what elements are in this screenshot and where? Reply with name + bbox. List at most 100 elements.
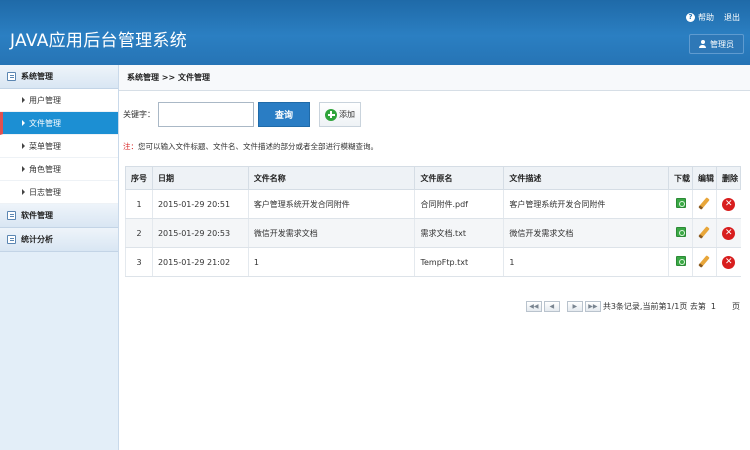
sidebar-submenu: 用户管理 文件管理 菜单管理 角色管理 日志管理	[0, 89, 118, 204]
cell-delete: ✕	[715, 218, 741, 248]
col-header-date: 日期	[151, 166, 249, 190]
caret-right-icon	[22, 120, 25, 126]
main-content: 系统管理 >> 文件管理 关键字： 查询 添加 注：您可以输入文件标题、文件名、…	[119, 65, 750, 450]
col-header-no: 序号	[125, 166, 153, 190]
sidebar-item-logs[interactable]: 日志管理	[0, 181, 118, 204]
col-header-edit: 编辑	[692, 166, 717, 190]
hint-prefix: 注：	[123, 142, 138, 151]
add-button[interactable]: 添加	[319, 102, 361, 127]
user-name: 管理员	[710, 39, 734, 49]
sidebar-item-label: 用户管理	[29, 95, 61, 105]
table-row: 1 2015-01-29 20:51 客户管理系统开发合同附件 合同附件.pdf…	[125, 189, 741, 219]
prev-page-button[interactable]: ◀	[543, 301, 560, 312]
hint-text: 您可以输入文件标题、文件名、文件描述的部分或者全部进行模糊查询。	[138, 142, 378, 151]
cell-name: 客户管理系统开发合同附件	[247, 189, 415, 219]
cell-no: 3	[125, 247, 153, 277]
first-page-button[interactable]: ◀◀	[525, 301, 542, 312]
page-suffix: 页	[732, 302, 740, 311]
col-header-delete: 删除	[715, 166, 742, 190]
cell-edit	[692, 218, 717, 248]
breadcrumb: 系统管理 >> 文件管理	[119, 65, 750, 91]
cell-edit	[692, 247, 717, 277]
delete-icon[interactable]: ✕	[722, 226, 736, 240]
plus-icon	[325, 108, 337, 121]
search-hint: 注：您可以输入文件标题、文件名、文件描述的部分或者全部进行模糊查询。	[123, 141, 378, 152]
cell-date: 2015-01-29 21:02	[151, 247, 249, 277]
download-icon[interactable]	[675, 198, 686, 208]
help-link[interactable]: ? 帮助	[686, 12, 714, 23]
cell-delete: ✕	[715, 247, 741, 277]
sidebar-item-label: 文件管理	[29, 118, 61, 128]
delete-icon[interactable]: ✕	[722, 197, 736, 211]
col-header-name: 文件名称	[247, 166, 416, 190]
col-header-desc: 文件描述	[503, 166, 670, 190]
caret-right-icon	[22, 97, 25, 103]
sidebar-item-users[interactable]: 用户管理	[0, 89, 118, 112]
cell-date: 2015-01-29 20:53	[151, 218, 249, 248]
top-links: ? 帮助 退出	[686, 12, 740, 23]
pagination: ◀◀ ◀ ▶ ▶▶ 共3条记录,当前第1/1页 去第 1 页	[525, 301, 740, 312]
file-table: 序号 日期 文件名称 文件原名 文件描述 下载 编辑 删除 1 2015-01-…	[125, 166, 742, 277]
sidebar-group-stats[interactable]: 统计分析	[0, 228, 118, 252]
cell-original: 合同附件.pdf	[414, 189, 504, 219]
sidebar-group-label: 系统管理	[21, 72, 53, 81]
sidebar-group-software[interactable]: 软件管理	[0, 204, 118, 228]
search-bar: 关键字： 查询 添加	[123, 102, 361, 127]
add-button-label: 添加	[339, 110, 355, 119]
query-button[interactable]: 查询	[258, 102, 310, 127]
col-header-download: 下载	[668, 166, 693, 190]
cell-desc: 1	[503, 247, 669, 277]
caret-right-icon	[22, 143, 25, 149]
cell-download	[668, 189, 693, 219]
table-row: 3 2015-01-29 21:02 1 TempFtp.txt 1 ✕	[125, 247, 741, 277]
keyword-label: 关键字：	[123, 110, 155, 119]
goto-page-value[interactable]: 1	[711, 302, 716, 311]
delete-icon[interactable]: ✕	[722, 255, 736, 269]
sidebar-group-label: 统计分析	[21, 235, 53, 244]
table-header-row: 序号 日期 文件名称 文件原名 文件描述 下载 编辑 删除	[125, 166, 742, 190]
caret-right-icon	[22, 189, 25, 195]
cell-desc: 微信开发需求文档	[503, 218, 669, 248]
sidebar-group-system[interactable]: 系统管理	[0, 65, 118, 89]
help-icon: ?	[686, 13, 695, 22]
logout-link[interactable]: 退出	[724, 12, 740, 23]
app-title: JAVA应用后台管理系统	[10, 31, 188, 51]
cell-no: 2	[125, 218, 153, 248]
cell-name: 微信开发需求文档	[247, 218, 415, 248]
sidebar-group-label: 软件管理	[21, 211, 53, 220]
col-header-original: 文件原名	[414, 166, 505, 190]
pencil-icon[interactable]	[698, 196, 711, 210]
page-summary: 共3条记录,当前第1/1页 去第	[602, 302, 706, 311]
cell-desc: 客户管理系统开发合同附件	[503, 189, 669, 219]
pencil-icon[interactable]	[698, 254, 711, 268]
cell-name: 1	[247, 247, 415, 277]
sidebar-item-roles[interactable]: 角色管理	[0, 158, 118, 181]
pencil-icon[interactable]	[698, 225, 711, 239]
help-label: 帮助	[698, 13, 714, 22]
cell-edit	[692, 189, 717, 219]
menu-group-icon	[7, 211, 16, 220]
download-icon[interactable]	[675, 256, 686, 266]
cell-original: 需求文档.txt	[414, 218, 504, 248]
table-row: 2 2015-01-29 20:53 微信开发需求文档 需求文档.txt 微信开…	[125, 218, 741, 248]
cell-download	[668, 218, 693, 248]
user-menu-button[interactable]: 管理员	[689, 34, 744, 54]
menu-group-icon	[7, 235, 16, 244]
cell-delete: ✕	[715, 189, 741, 219]
next-page-button[interactable]: ▶	[566, 301, 583, 312]
user-icon	[699, 40, 706, 48]
cell-no: 1	[125, 189, 153, 219]
sidebar-item-label: 菜单管理	[29, 141, 61, 151]
keyword-input[interactable]	[158, 102, 254, 127]
sidebar-item-menus[interactable]: 菜单管理	[0, 135, 118, 158]
cell-original: TempFtp.txt	[414, 247, 504, 277]
menu-group-icon	[7, 72, 16, 81]
sidebar-item-files[interactable]: 文件管理	[0, 112, 118, 135]
last-page-button[interactable]: ▶▶	[584, 301, 601, 312]
sidebar: 系统管理 用户管理 文件管理 菜单管理 角色管理 日志管理 软件管理 统计分析	[0, 65, 119, 450]
cell-date: 2015-01-29 20:51	[151, 189, 249, 219]
sidebar-item-label: 角色管理	[29, 164, 61, 174]
header-bar: JAVA应用后台管理系统 ? 帮助 退出 管理员	[0, 0, 750, 65]
cell-download	[668, 247, 693, 277]
download-icon[interactable]	[675, 227, 686, 237]
